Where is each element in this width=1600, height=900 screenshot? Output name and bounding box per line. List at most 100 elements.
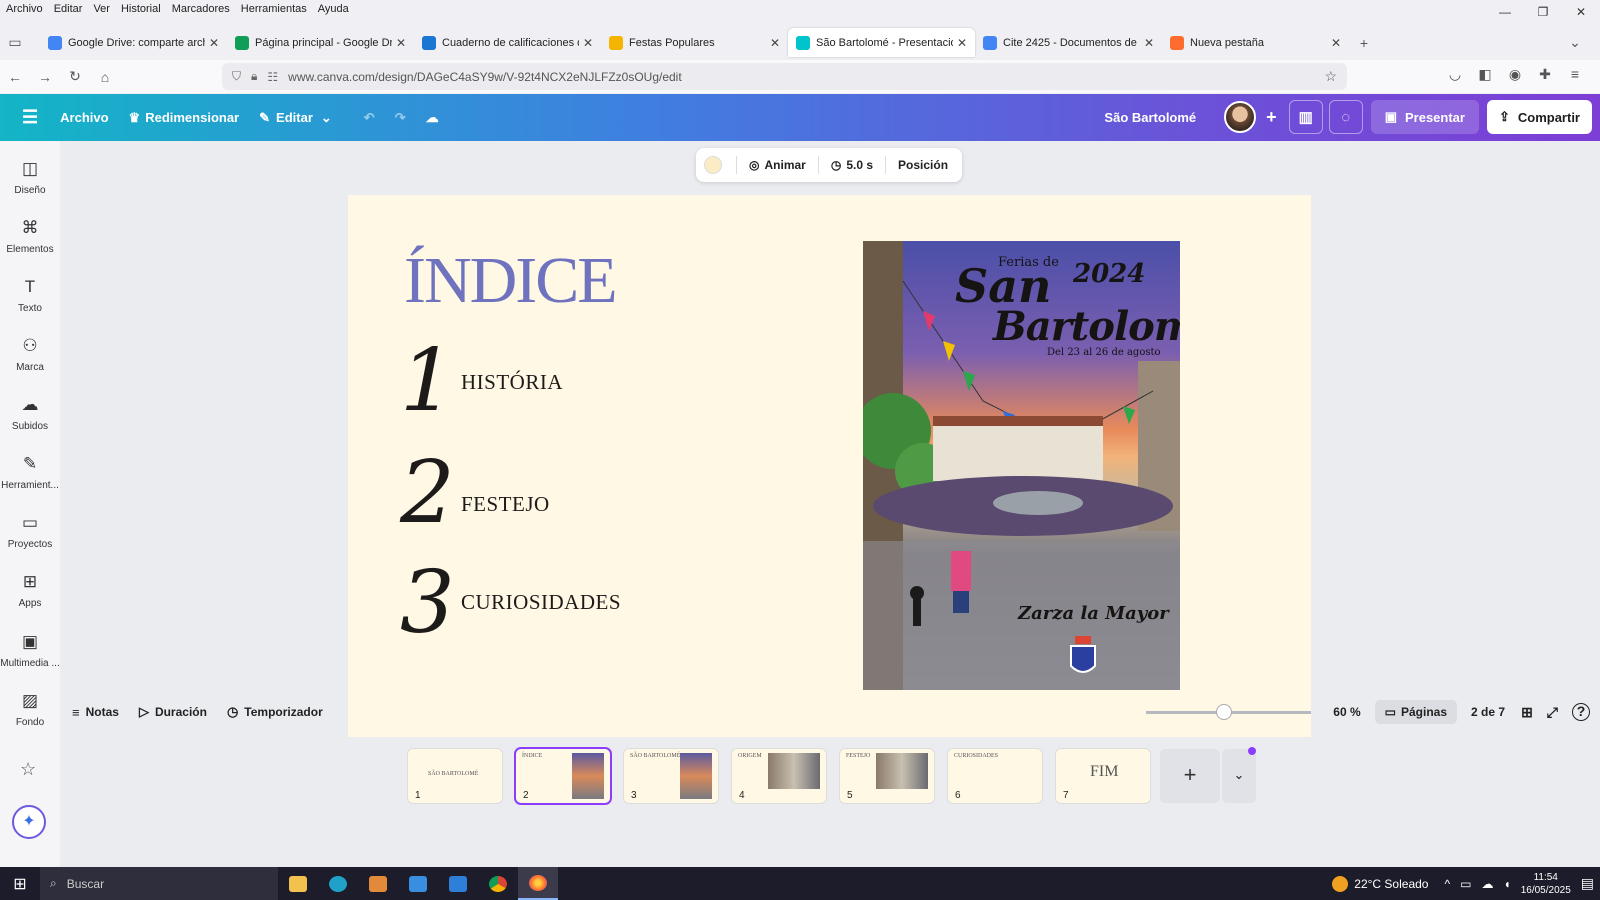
expand-pages-chevron-icon[interactable]: ⌄ bbox=[1222, 749, 1256, 803]
page-thumbnail[interactable]: ÍNDICE 2 bbox=[516, 749, 610, 803]
permissions-icon[interactable]: ☷ bbox=[267, 70, 278, 84]
hamburger-menu-icon[interactable]: ☰ bbox=[22, 107, 38, 128]
network-icon[interactable]: ▭ bbox=[1460, 877, 1471, 891]
sidebar-item-background[interactable]: ▨ Fondo bbox=[0, 691, 60, 728]
index-number-3[interactable]: 3 bbox=[400, 553, 455, 653]
animar-button[interactable]: ◎ Animar bbox=[749, 158, 806, 172]
sidebar-item-folder[interactable]: ▭ Proyectos bbox=[0, 513, 60, 550]
sidebar-item-shapes[interactable]: ⌘ Elementos bbox=[0, 218, 60, 255]
slide-canvas[interactable]: ÍNDICE 1 HISTÓRIA 2 FESTEJO 3 CURIOSIDAD… bbox=[348, 195, 1311, 737]
url-text[interactable]: www.canva.com/design/DAGeC4aSY9w/V-92t4N… bbox=[288, 70, 682, 84]
account-icon[interactable]: ◉ bbox=[1500, 66, 1530, 83]
bookmark-star-icon[interactable]: ☆ bbox=[1324, 68, 1337, 85]
new-tab-button[interactable]: + bbox=[1349, 35, 1379, 51]
add-page-button[interactable]: + bbox=[1160, 749, 1220, 803]
media-player-icon[interactable] bbox=[358, 867, 398, 900]
sidebar-item-pen-tool[interactable]: ✎ Herramient... bbox=[0, 454, 60, 491]
weather-sun-icon[interactable] bbox=[1332, 875, 1349, 892]
presentar-button[interactable]: ▣ Presentar bbox=[1370, 100, 1479, 134]
analytics-icon[interactable]: ▥ bbox=[1288, 100, 1323, 134]
redo-button[interactable]: ↷ bbox=[395, 110, 406, 126]
sidebar-item-brand[interactable]: ⚇ Marca bbox=[0, 336, 60, 373]
sidebar-item-apps[interactable]: ⊞ Apps bbox=[0, 572, 60, 609]
star-icon[interactable]: ☆ bbox=[20, 759, 36, 780]
reload-button[interactable]: ↻ bbox=[60, 68, 90, 85]
onedrive-icon[interactable]: ☁ bbox=[1481, 877, 1493, 891]
zoom-level[interactable]: 60 % bbox=[1333, 705, 1360, 719]
clock[interactable]: 11:54 16/05/2025 bbox=[1521, 871, 1571, 897]
sidebar-item-media[interactable]: ▣ Multimedia ... bbox=[0, 632, 60, 669]
chrome-icon[interactable] bbox=[478, 867, 518, 900]
slide-title[interactable]: ÍNDICE bbox=[404, 243, 618, 319]
browser-tab[interactable]: Cuaderno de calificaciones de 1 ✕ bbox=[414, 28, 601, 57]
browser-tab[interactable]: Nueva pestaña ✕ bbox=[1162, 28, 1349, 57]
menu-herramientas[interactable]: Herramientas bbox=[241, 3, 307, 15]
app-menu-icon[interactable]: ≡ bbox=[1560, 66, 1590, 83]
close-tab-icon[interactable]: ✕ bbox=[396, 36, 406, 50]
browser-tab[interactable]: São Bartolomé - Presentación ✕ bbox=[788, 28, 975, 57]
comment-icon[interactable]: ◌ bbox=[1328, 100, 1363, 134]
posicion-button[interactable]: Posición bbox=[898, 158, 948, 172]
browser-tab[interactable]: Google Drive: comparte archivo ✕ bbox=[40, 28, 227, 57]
menu-ver[interactable]: Ver bbox=[93, 3, 110, 15]
close-tab-icon[interactable]: ✕ bbox=[957, 36, 967, 50]
tray-chevron-icon[interactable]: ^ bbox=[1444, 877, 1450, 891]
help-icon[interactable]: ? bbox=[1572, 703, 1590, 721]
sidebar-item-layout[interactable]: ◫ Diseño bbox=[0, 159, 60, 196]
duracion-button[interactable]: ▷ Duración bbox=[139, 704, 207, 720]
mail-icon[interactable] bbox=[438, 867, 478, 900]
forward-button[interactable]: → bbox=[30, 69, 60, 85]
notifications-icon[interactable]: ▤ bbox=[1581, 875, 1594, 892]
menu-historial[interactable]: Historial bbox=[121, 3, 161, 15]
index-number-1[interactable]: 1 bbox=[400, 331, 455, 431]
file-explorer-icon[interactable] bbox=[278, 867, 318, 900]
edge-icon[interactable] bbox=[318, 867, 358, 900]
restore-button[interactable]: ❐ bbox=[1524, 0, 1562, 26]
sidebar-item-text[interactable]: T Texto bbox=[0, 277, 60, 314]
add-collaborator-button[interactable]: + bbox=[1266, 107, 1277, 128]
weather-text[interactable]: 22°C Soleado bbox=[1354, 877, 1428, 891]
zoom-slider-handle[interactable] bbox=[1216, 703, 1233, 720]
festival-poster-image[interactable]: Ferias de 2024 San Bartolomé Del 23 al 2… bbox=[863, 241, 1180, 690]
browser-tab[interactable]: Cite 2425 - Documentos de Go ✕ bbox=[975, 28, 1162, 57]
menu-ayuda[interactable]: Ayuda bbox=[318, 3, 349, 15]
menu-marcadores[interactable]: Marcadores bbox=[172, 3, 230, 15]
windows-start-icon[interactable]: ⊞ bbox=[0, 874, 40, 894]
pocket-icon[interactable]: ◡ bbox=[1440, 66, 1470, 83]
lock-icon[interactable]: 🔒︎ bbox=[251, 69, 257, 84]
taskbar-search[interactable]: ⌕ Buscar bbox=[40, 867, 278, 900]
grid-view-icon[interactable]: ⊞ bbox=[1521, 704, 1533, 721]
store-icon[interactable] bbox=[398, 867, 438, 900]
zoom-slider[interactable] bbox=[1146, 703, 1312, 720]
project-name[interactable]: São Bartolomé bbox=[1104, 110, 1196, 125]
temporizador-button[interactable]: ◷ Temporizador bbox=[227, 704, 323, 720]
url-bar[interactable]: ⛉ 🔒︎ ☷ www.canva.com/design/DAGeC4aSY9w/… bbox=[222, 63, 1347, 90]
fullscreen-icon[interactable]: ⤢ bbox=[1547, 704, 1558, 721]
duration-button[interactable]: ◷ 5.0 s bbox=[831, 158, 873, 172]
browser-tab[interactable]: Página principal - Google Drive ✕ bbox=[227, 28, 414, 57]
volume-icon[interactable]: ◖ bbox=[1503, 877, 1510, 891]
redimensionar-button[interactable]: ♛ Redimensionar bbox=[129, 110, 240, 126]
editar-button[interactable]: ✎ Editar ⌄ bbox=[259, 110, 332, 126]
tab-overview-icon[interactable]: ▭ bbox=[0, 34, 30, 51]
color-swatch[interactable] bbox=[704, 156, 722, 174]
browser-tab[interactable]: Festas Populares ✕ bbox=[601, 28, 788, 57]
index-number-2[interactable]: 2 bbox=[400, 443, 455, 543]
close-tab-icon[interactable]: ✕ bbox=[770, 36, 780, 50]
page-thumbnail[interactable]: ORIGEM 4 bbox=[732, 749, 826, 803]
close-tab-icon[interactable]: ✕ bbox=[209, 36, 219, 50]
shield-icon[interactable]: ⛉ bbox=[232, 69, 241, 84]
avatar[interactable] bbox=[1224, 101, 1257, 133]
sidebar-toggle-icon[interactable]: ◧ bbox=[1470, 66, 1500, 83]
compartir-button[interactable]: ⇪ Compartir bbox=[1486, 100, 1592, 134]
extensions-icon[interactable]: ✚ bbox=[1530, 66, 1560, 83]
close-window-button[interactable]: ✕ bbox=[1562, 0, 1600, 26]
page-thumbnail[interactable]: FIM 7 bbox=[1056, 749, 1150, 803]
close-tab-icon[interactable]: ✕ bbox=[1144, 36, 1154, 50]
paginas-button[interactable]: ▭ Páginas bbox=[1374, 700, 1458, 724]
magic-assistant-icon[interactable]: ✦ bbox=[12, 805, 46, 839]
index-item-festejo[interactable]: FESTEJO bbox=[461, 492, 550, 517]
home-button[interactable]: ⌂ bbox=[90, 69, 120, 85]
page-thumbnail[interactable]: SÃO BARTOLOMÉ 1 bbox=[408, 749, 502, 803]
minimize-button[interactable]: — bbox=[1486, 0, 1524, 26]
